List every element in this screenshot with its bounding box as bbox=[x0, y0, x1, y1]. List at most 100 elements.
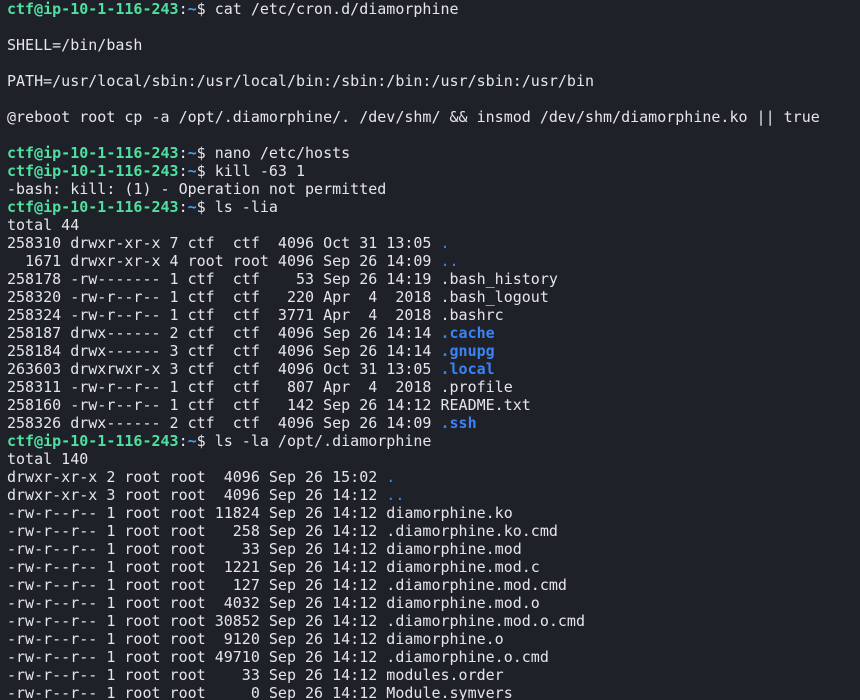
listing-details: 263603 drwxrwxr-x 3 ctf ctf 4096 Oct 31 … bbox=[7, 360, 441, 378]
file-name: .bash_history bbox=[440, 270, 558, 288]
output-text: total 140 bbox=[7, 450, 89, 468]
listing-row: -rw-r--r-- 1 root root 127 Sep 26 14:12 … bbox=[7, 576, 853, 594]
terminal-output[interactable]: ctf@ip-10-1-116-243:~$ cat /etc/cron.d/d… bbox=[0, 0, 860, 700]
listing-details: -rw-r--r-- 1 root root 30852 Sep 26 14:1… bbox=[7, 612, 387, 630]
listing-details: 258187 drwx------ 2 ctf ctf 4096 Sep 26 … bbox=[7, 324, 441, 342]
prompt-colon: : bbox=[178, 0, 188, 18]
output-text: PATH=/usr/local/sbin:/usr/local/bin:/sbi… bbox=[7, 72, 594, 90]
directory-name: .ssh bbox=[440, 414, 477, 432]
file-name: .diamorphine.mod.cmd bbox=[386, 576, 567, 594]
command-text: ls -lia bbox=[214, 198, 278, 216]
output-line: -bash: kill: (1) - Operation not permitt… bbox=[7, 180, 853, 198]
file-name: diamorphine.o bbox=[386, 630, 504, 648]
listing-row: 258178 -rw------- 1 ctf ctf 53 Sep 26 14… bbox=[7, 270, 853, 288]
prompt-user-host: ctf@ip-10-1-116-243 bbox=[7, 198, 179, 216]
prompt-path: ~ bbox=[187, 432, 197, 450]
listing-row: -rw-r--r-- 1 root root 0 Sep 26 14:12 Mo… bbox=[7, 684, 853, 700]
listing-details: drwxr-xr-x 3 root root 4096 Sep 26 14:12 bbox=[7, 486, 387, 504]
listing-row: 1671 drwxr-xr-x 4 root root 4096 Sep 26 … bbox=[7, 252, 853, 270]
listing-details: -rw-r--r-- 1 root root 127 Sep 26 14:12 bbox=[7, 576, 387, 594]
output-line: PATH=/usr/local/sbin:/usr/local/bin:/sbi… bbox=[7, 72, 853, 90]
command-text: cat /etc/cron.d/diamorphine bbox=[214, 0, 459, 18]
listing-row: -rw-r--r-- 1 root root 33 Sep 26 14:12 m… bbox=[7, 666, 853, 684]
prompt-user-host: ctf@ip-10-1-116-243 bbox=[7, 432, 179, 450]
prompt-path: ~ bbox=[187, 0, 197, 18]
command-text: kill -63 1 bbox=[214, 162, 306, 180]
listing-details: -rw-r--r-- 1 root root 9120 Sep 26 14:12 bbox=[7, 630, 387, 648]
output-line: total 44 bbox=[7, 216, 853, 234]
listing-details: -rw-r--r-- 1 root root 11824 Sep 26 14:1… bbox=[7, 504, 387, 522]
listing-details: 258324 -rw-r--r-- 1 ctf ctf 3771 Apr 4 2… bbox=[7, 306, 441, 324]
file-name: diamorphine.mod.o bbox=[386, 594, 540, 612]
file-name: .bash_logout bbox=[440, 288, 549, 306]
listing-row: -rw-r--r-- 1 root root 49710 Sep 26 14:1… bbox=[7, 648, 853, 666]
file-name: .diamorphine.mod.o.cmd bbox=[386, 612, 585, 630]
prompt-line: ctf@ip-10-1-116-243:~$ cat /etc/cron.d/d… bbox=[7, 0, 853, 18]
listing-row: -rw-r--r-- 1 root root 30852 Sep 26 14:1… bbox=[7, 612, 853, 630]
listing-row: -rw-r--r-- 1 root root 4032 Sep 26 14:12… bbox=[7, 594, 853, 612]
prompt-user-host: ctf@ip-10-1-116-243 bbox=[7, 0, 179, 18]
listing-row: 263603 drwxrwxr-x 3 ctf ctf 4096 Oct 31 … bbox=[7, 360, 853, 378]
prompt-line: ctf@ip-10-1-116-243:~$ ls -lia bbox=[7, 198, 853, 216]
command-text: ls -la /opt/.diamorphine bbox=[214, 432, 432, 450]
listing-details: -rw-r--r-- 1 root root 33 Sep 26 14:12 bbox=[7, 666, 387, 684]
output-text: SHELL=/bin/bash bbox=[7, 36, 143, 54]
directory-name: .cache bbox=[440, 324, 495, 342]
output-text: -bash: kill: (1) - Operation not permitt… bbox=[7, 180, 387, 198]
listing-row: 258184 drwx------ 3 ctf ctf 4096 Sep 26 … bbox=[7, 342, 853, 360]
listing-row: 258326 drwx------ 2 ctf ctf 4096 Sep 26 … bbox=[7, 414, 853, 432]
file-name: README.txt bbox=[440, 396, 531, 414]
listing-row: -rw-r--r-- 1 root root 1221 Sep 26 14:12… bbox=[7, 558, 853, 576]
listing-details: -rw-r--r-- 1 root root 1221 Sep 26 14:12 bbox=[7, 558, 387, 576]
listing-row: -rw-r--r-- 1 root root 9120 Sep 26 14:12… bbox=[7, 630, 853, 648]
listing-details: drwxr-xr-x 2 root root 4096 Sep 26 15:02 bbox=[7, 468, 387, 486]
prompt-path: ~ bbox=[187, 198, 197, 216]
prompt-path: ~ bbox=[187, 162, 197, 180]
prompt-line: ctf@ip-10-1-116-243:~$ kill -63 1 bbox=[7, 162, 853, 180]
listing-row: 258187 drwx------ 2 ctf ctf 4096 Sep 26 … bbox=[7, 324, 853, 342]
directory-name: .. bbox=[386, 486, 405, 504]
prompt-colon: : bbox=[178, 432, 188, 450]
prompt-symbol: $ bbox=[196, 198, 215, 216]
listing-row: -rw-r--r-- 1 root root 33 Sep 26 14:12 d… bbox=[7, 540, 853, 558]
output-line: @reboot root cp -a /opt/.diamorphine/. /… bbox=[7, 108, 853, 126]
listing-row: drwxr-xr-x 3 root root 4096 Sep 26 14:12… bbox=[7, 486, 853, 504]
command-text: nano /etc/hosts bbox=[214, 144, 351, 162]
file-name: .bashrc bbox=[440, 306, 504, 324]
directory-name: .. bbox=[440, 252, 459, 270]
prompt-path: ~ bbox=[187, 144, 197, 162]
listing-row: 258311 -rw-r--r-- 1 ctf ctf 807 Apr 4 20… bbox=[7, 378, 853, 396]
listing-details: 1671 drwxr-xr-x 4 root root 4096 Sep 26 … bbox=[7, 252, 441, 270]
output-line: SHELL=/bin/bash bbox=[7, 36, 853, 54]
listing-details: 258326 drwx------ 2 ctf ctf 4096 Sep 26 … bbox=[7, 414, 441, 432]
file-name: Module.symvers bbox=[386, 684, 513, 700]
file-name: diamorphine.mod.c bbox=[386, 558, 540, 576]
file-name: modules.order bbox=[386, 666, 504, 684]
directory-name: . bbox=[386, 468, 396, 486]
listing-row: 258320 -rw-r--r-- 1 ctf ctf 220 Apr 4 20… bbox=[7, 288, 853, 306]
listing-row: 258160 -rw-r--r-- 1 ctf ctf 142 Sep 26 1… bbox=[7, 396, 853, 414]
listing-details: -rw-r--r-- 1 root root 0 Sep 26 14:12 bbox=[7, 684, 387, 700]
file-name: diamorphine.mod bbox=[386, 540, 522, 558]
prompt-line: ctf@ip-10-1-116-243:~$ ls -la /opt/.diam… bbox=[7, 432, 853, 450]
output-line: total 140 bbox=[7, 450, 853, 468]
listing-details: 258320 -rw-r--r-- 1 ctf ctf 220 Apr 4 20… bbox=[7, 288, 441, 306]
prompt-line: ctf@ip-10-1-116-243:~$ nano /etc/hosts bbox=[7, 144, 853, 162]
listing-details: -rw-r--r-- 1 root root 33 Sep 26 14:12 bbox=[7, 540, 387, 558]
file-name: .profile bbox=[440, 378, 513, 396]
listing-details: -rw-r--r-- 1 root root 258 Sep 26 14:12 bbox=[7, 522, 387, 540]
listing-details: 258184 drwx------ 3 ctf ctf 4096 Sep 26 … bbox=[7, 342, 441, 360]
directory-name: . bbox=[440, 234, 450, 252]
file-name: .diamorphine.o.cmd bbox=[386, 648, 549, 666]
listing-details: 258178 -rw------- 1 ctf ctf 53 Sep 26 14… bbox=[7, 270, 441, 288]
prompt-symbol: $ bbox=[196, 0, 215, 18]
listing-details: -rw-r--r-- 1 root root 49710 Sep 26 14:1… bbox=[7, 648, 387, 666]
output-text: @reboot root cp -a /opt/.diamorphine/. /… bbox=[7, 108, 820, 126]
directory-name: .local bbox=[440, 360, 495, 378]
prompt-user-host: ctf@ip-10-1-116-243 bbox=[7, 144, 179, 162]
listing-details: 258311 -rw-r--r-- 1 ctf ctf 807 Apr 4 20… bbox=[7, 378, 441, 396]
